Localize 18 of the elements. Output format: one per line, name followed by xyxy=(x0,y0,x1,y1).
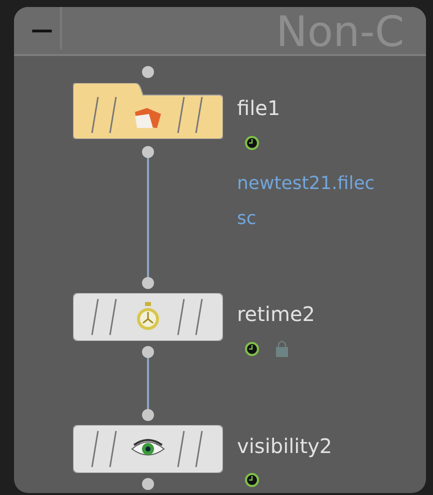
clock-icon xyxy=(245,136,259,150)
input-connector[interactable] xyxy=(142,277,154,289)
output-connector[interactable] xyxy=(142,478,154,490)
output-connector[interactable] xyxy=(142,146,154,158)
node-name: retime2 xyxy=(237,302,315,326)
collapse-button[interactable]: — xyxy=(14,7,62,49)
node-tile[interactable] xyxy=(73,293,223,341)
node-tile[interactable] xyxy=(73,83,223,139)
clock-icon xyxy=(245,473,259,487)
input-connector[interactable] xyxy=(142,409,154,421)
file-path: newtest21.filec sc xyxy=(237,172,375,231)
node-name: file1 xyxy=(237,96,280,120)
node-name: visibility2 xyxy=(237,434,332,458)
output-connector[interactable] xyxy=(142,346,154,358)
stopwatch-icon xyxy=(135,302,161,332)
input-connector[interactable] xyxy=(142,66,154,78)
node-tile[interactable] xyxy=(73,425,223,473)
clock-icon xyxy=(245,342,259,356)
